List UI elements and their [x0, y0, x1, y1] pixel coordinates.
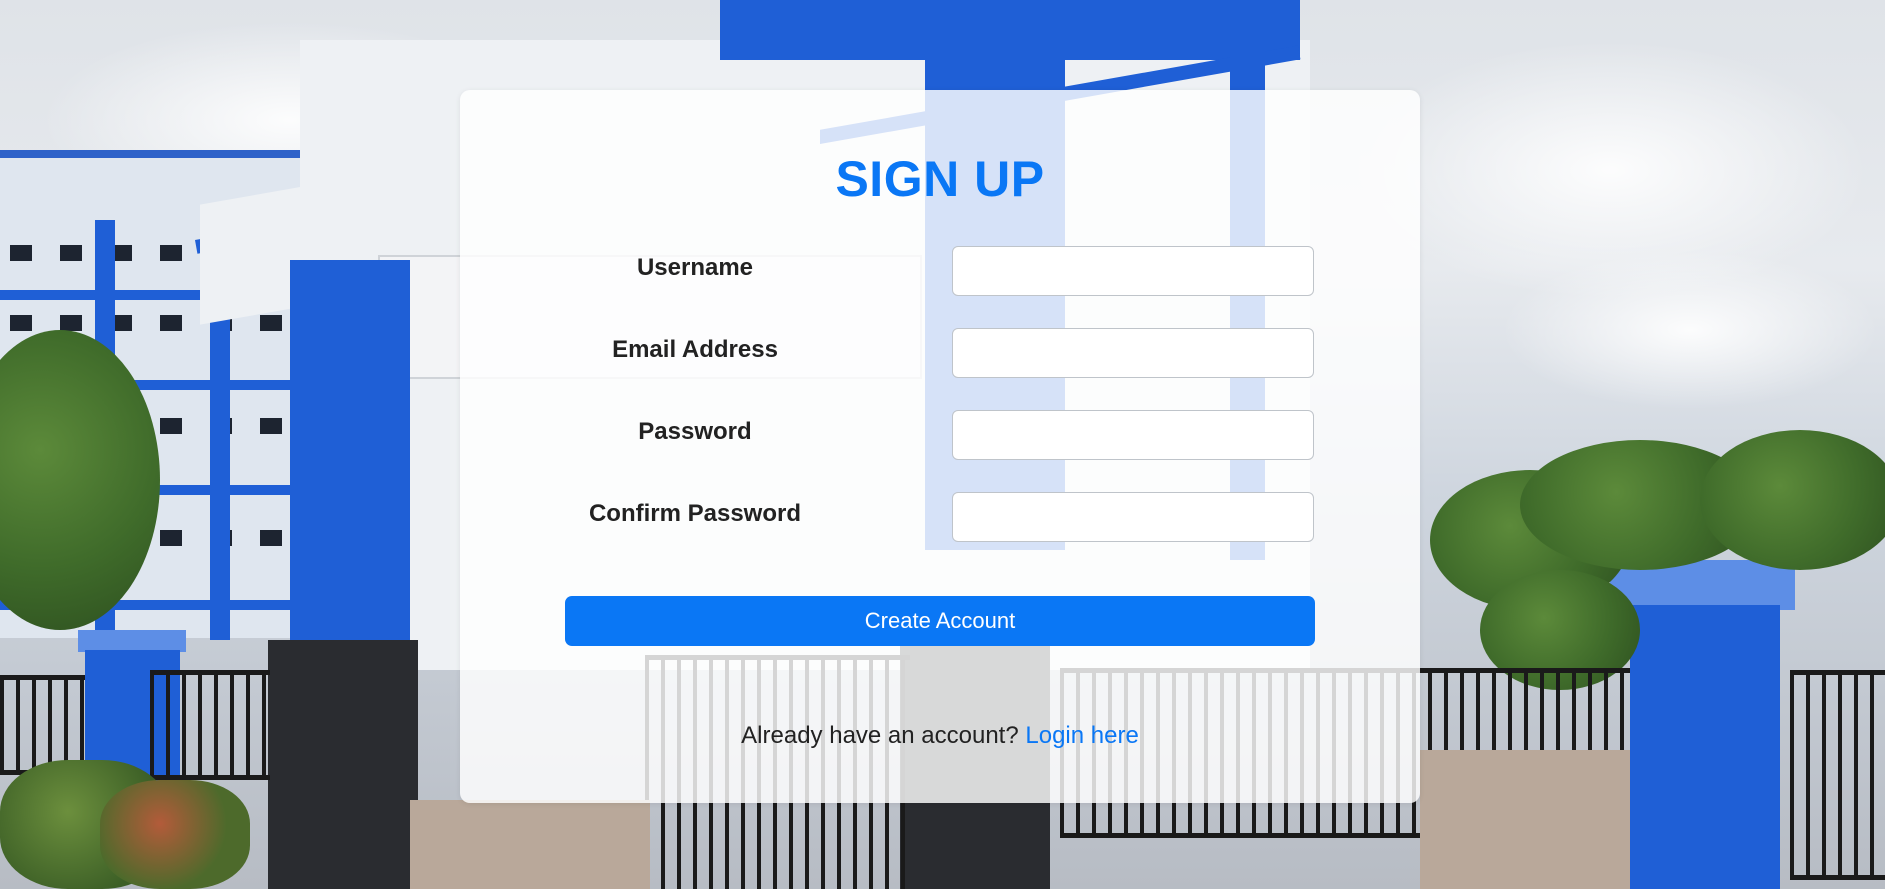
create-account-button[interactable]: Create Account [565, 596, 1315, 646]
password-row: Password [460, 410, 1420, 464]
login-link[interactable]: Login here [1025, 722, 1138, 749]
login-prompt-text: Already have an account? [741, 722, 1019, 749]
password-input[interactable] [952, 410, 1314, 460]
username-label: Username [636, 254, 754, 281]
confirm-password-label: Confirm Password [588, 500, 802, 527]
username-input[interactable] [952, 246, 1314, 296]
confirm-password-row: Confirm Password [460, 492, 1420, 546]
email-label: Email Address [612, 336, 778, 363]
email-input[interactable] [952, 328, 1314, 378]
signup-card: SIGN UP Username Email Address Password … [460, 90, 1420, 803]
email-row: Email Address [460, 328, 1420, 382]
confirm-password-input[interactable] [952, 492, 1314, 542]
login-prompt-line: Already have an account? Login here [460, 722, 1420, 750]
username-row: Username [460, 246, 1420, 300]
page-title: SIGN UP [835, 151, 1045, 207]
password-label: Password [638, 418, 752, 445]
